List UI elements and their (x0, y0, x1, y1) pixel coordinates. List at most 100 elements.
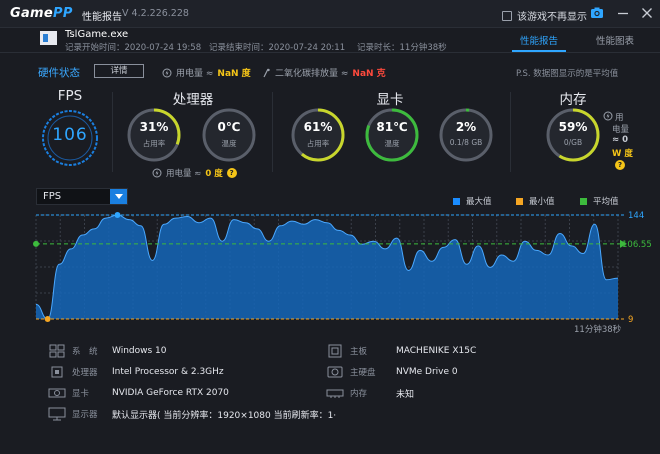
section-divider (112, 92, 113, 172)
fps-value: 106 (52, 125, 88, 145)
camera-icon[interactable] (590, 6, 604, 20)
header-divider (0, 52, 660, 53)
cpu-usage-gauge (127, 108, 181, 162)
system-info-label: 内存 (350, 389, 368, 399)
minimize-icon[interactable] (616, 6, 630, 20)
system-info-row: 显卡 NVIDIA GeForce RTX 2070 (48, 383, 338, 403)
memory-usage-label: 0/GB (563, 138, 583, 147)
cpu-temp-gauge (202, 108, 256, 162)
gpu-title: 显卡 (376, 92, 404, 108)
memory-power-line4: W 度 (612, 149, 633, 159)
avg-value-label: 106.55 (622, 240, 652, 250)
cpu-temp-value: 0℃ (217, 120, 241, 134)
gpu-usage-value: 61% (303, 120, 333, 134)
memory-power-line2: 电量 (612, 125, 630, 135)
game-name: TslGame.exe (65, 29, 129, 40)
tab-performance-report[interactable]: 性能报告 (520, 33, 558, 47)
section-divider (272, 92, 273, 172)
legend-max-swatch (453, 197, 460, 205)
avg-marker (33, 240, 39, 247)
co2-icon (263, 68, 270, 77)
gpu-memory-value: 2% (455, 120, 477, 134)
power-icon (162, 68, 172, 77)
chevron-down-icon[interactable] (110, 189, 127, 204)
fps-title: FPS (57, 88, 83, 104)
gpu-usage-gauge (291, 108, 345, 162)
system-info-row: 显示器 默认显示器( 当前分辨率：1920×1080 当前刷新率：1· (48, 404, 338, 424)
gpu-temp-label: 温度 (384, 139, 400, 148)
co2-emission: 二氧化碳排放量 ≈ NaN 克 (262, 66, 386, 79)
gamepp-logo: GamePP (10, 6, 73, 21)
system-info-row: 系 统 Windows 10 (48, 341, 338, 361)
hardware-status-title: 硬件状态 (38, 67, 80, 79)
gpu-memory-gauge (439, 108, 493, 162)
legend-min-swatch (516, 197, 523, 205)
system-info-value: 未知 (396, 389, 415, 400)
gpu-usage-label: 占用率 (306, 139, 330, 148)
power-icon (152, 168, 162, 178)
system-info-label: 显卡 (72, 389, 90, 399)
system-info-label: 系 统 (72, 347, 98, 357)
min-marker (44, 316, 51, 322)
harddisk-icon (327, 366, 343, 378)
system-info-value: NVMe Drive 0 (396, 367, 458, 377)
average-note: P.S. 数据图显示的是平均值 (516, 69, 619, 79)
system-info-right: 主板 MACHENIKE X15C 主硬盘 NVMe Drive 0 内存 未知 (326, 340, 626, 403)
total-power: 用电量 ≈ NaN 度 (162, 66, 251, 79)
gpu-memory-label: 0.1/8 GB (449, 138, 483, 147)
cpu-usage-value: 31% (139, 120, 169, 134)
system-info-label: 主硬盘 (350, 368, 376, 378)
system-info-label: 处理器 (72, 368, 98, 378)
windows-icon (49, 344, 65, 358)
checkbox-box[interactable] (502, 10, 512, 21)
section-divider (510, 92, 511, 172)
close-icon[interactable] (640, 6, 654, 20)
version-label: V 4.2.226.228 (122, 8, 189, 19)
system-info-row: 主板 MACHENIKE X15C (326, 341, 626, 361)
no-show-checkbox[interactable]: 该游戏不再显示 (502, 8, 587, 23)
memory-usage-gauge (546, 108, 600, 162)
ram-icon (326, 389, 344, 398)
memory-usage-value: 59% (558, 120, 588, 134)
monitor-icon (48, 407, 66, 421)
memory-power-line3: ≈ 0 (612, 135, 628, 145)
details-button[interactable]: 详情 (94, 64, 144, 78)
cpu-temp-label: 温度 (221, 139, 237, 148)
system-info-left: 系 统 Windows 10 处理器 Intel Processor & 2.3GHz… (48, 340, 338, 424)
system-info-row: 内存 未知 (326, 383, 626, 403)
power-icon (603, 111, 613, 121)
gauge-track (202, 108, 256, 162)
help-icon[interactable]: ? (226, 168, 237, 178)
tab-performance-chart[interactable]: 性能图表 (596, 33, 634, 47)
fps-area (36, 215, 618, 319)
gpu-temp-value: 81℃ (376, 120, 408, 134)
max-value-label: 144 (628, 211, 644, 221)
cpu-power: 用电量 ≈ 0 度 ? (152, 167, 237, 179)
legend-avg-swatch (580, 197, 587, 205)
system-info-value: NVIDIA GeForce RTX 2070 (112, 388, 229, 398)
gauge-track (439, 108, 493, 162)
system-info-value: MACHENIKE X15C (396, 346, 477, 356)
max-marker (114, 212, 121, 218)
system-info-label: 主板 (350, 347, 368, 357)
memory-power-line1: 用 (615, 113, 624, 123)
chart-duration: 11分钟38秒 (574, 325, 622, 335)
metric-select-value: FPS (43, 191, 62, 202)
game-icon (40, 31, 57, 45)
no-show-label: 该游戏不再显示 (517, 12, 587, 23)
help-icon[interactable]: ? (615, 160, 625, 170)
fps-chart: 144 9 106.55 (33, 211, 652, 325)
system-info-value: Intel Processor & 2.3GHz (112, 367, 224, 377)
system-info-label: 显示器 (72, 410, 98, 420)
system-info-value: 默认显示器( 当前分辨率：1920×1080 当前刷新率：1· (112, 410, 337, 421)
cpu-icon (51, 366, 63, 378)
system-info-value: Windows 10 (112, 346, 167, 356)
metric-select[interactable]: FPS (36, 188, 128, 205)
gpu-icon (48, 388, 66, 398)
system-info-row: 处理器 Intel Processor & 2.3GHz (48, 362, 338, 382)
cpu-usage-label: 占用率 (142, 139, 166, 148)
gpu-temp-gauge (365, 108, 419, 162)
memory-title: 内存 (559, 92, 587, 108)
min-value-label: 9 (628, 315, 633, 325)
window-title: 性能报告 (82, 12, 122, 23)
